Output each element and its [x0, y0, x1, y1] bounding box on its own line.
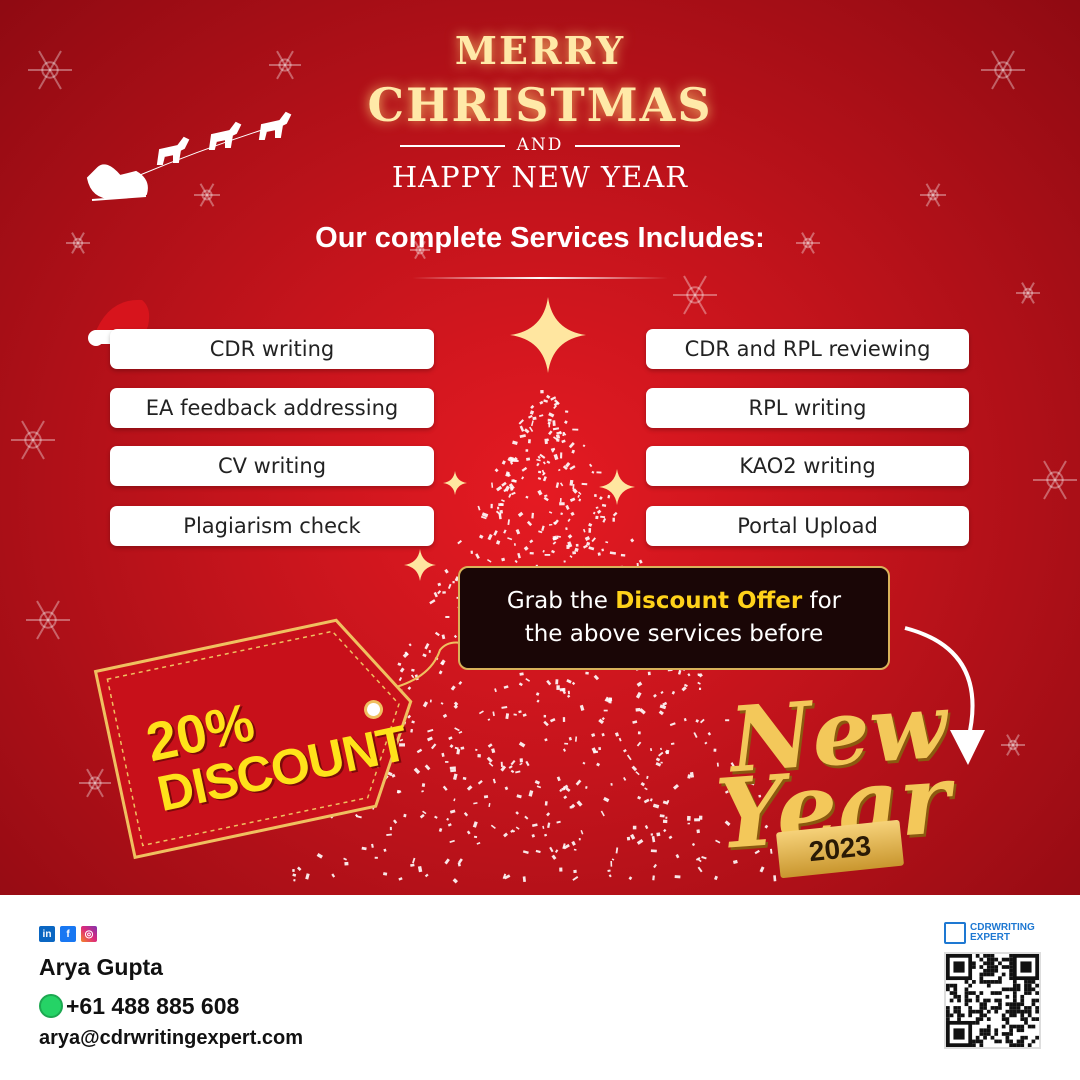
brand-logo: CDRWRITING EXPERT — [944, 922, 1035, 944]
offer-highlight: Discount Offer — [615, 587, 803, 614]
linkedin-icon[interactable]: in — [39, 926, 55, 942]
title-merry: MERRY — [454, 28, 626, 73]
offer-line-2: the above services before — [524, 621, 824, 647]
hero-background: MERRY CHRISTMAS AND HAPPY NEW YEAR Our c… — [0, 0, 1080, 895]
offer-line-1: Grab the Discount Offer for — [507, 585, 841, 618]
brand-line-2: EXPERT — [970, 932, 1011, 943]
contact-name: Arya Gupta — [39, 954, 163, 980]
snowflake-icon — [79, 768, 111, 798]
facebook-icon[interactable]: f — [60, 926, 76, 942]
poster: MERRY CHRISTMAS AND HAPPY NEW YEAR Our c… — [0, 0, 1080, 1080]
service-kao2-writing: KAO2 writing — [646, 446, 969, 486]
snowflake-icon — [1016, 282, 1040, 304]
title-christmas: CHRISTMAS — [367, 78, 713, 132]
service-cdr-rpl-reviewing: CDR and RPL reviewing — [646, 329, 969, 369]
star-icon — [404, 549, 436, 581]
offer-post: for — [802, 587, 842, 614]
contact-email: arya@cdrwritingexpert.com — [39, 1027, 304, 1049]
instagram-icon[interactable]: ◎ — [81, 926, 97, 942]
contact-phone: +61 488 885 608 — [66, 993, 240, 1019]
footer — [0, 895, 1080, 1080]
star-icon — [443, 471, 467, 495]
title-and: AND — [516, 135, 564, 155]
service-plagiarism-check: Plagiarism check — [110, 506, 434, 546]
service-ea-feedback: EA feedback addressing — [110, 388, 434, 428]
qr-code[interactable] — [944, 952, 1041, 1049]
whatsapp-icon — [39, 994, 63, 1018]
offer-box: Grab the Discount Offer for the above se… — [458, 566, 890, 670]
heading-underline — [412, 277, 668, 279]
offer-pre: Grab the — [506, 587, 616, 614]
snowflake-icon — [26, 600, 70, 640]
brand-icon — [944, 922, 966, 944]
brand-text: CDRWRITING EXPERT — [970, 922, 1035, 944]
star-icon — [599, 469, 635, 505]
snowflake-icon — [1033, 460, 1077, 500]
snowflake-icon — [11, 420, 55, 460]
service-portal-upload: Portal Upload — [646, 506, 969, 546]
arrow-head-icon — [950, 730, 985, 765]
services-heading: Our complete Services Includes: — [315, 222, 765, 254]
star-icon — [510, 297, 586, 373]
service-cv-writing: CV writing — [110, 446, 434, 486]
title-happy-new-year: HAPPY NEW YEAR — [391, 160, 689, 194]
service-rpl-writing: RPL writing — [646, 388, 969, 428]
snowflake-icon — [1001, 734, 1025, 756]
snowflake-icon — [673, 275, 717, 315]
service-cdr-writing: CDR writing — [110, 329, 434, 369]
social-links: in f ◎ — [39, 926, 97, 942]
